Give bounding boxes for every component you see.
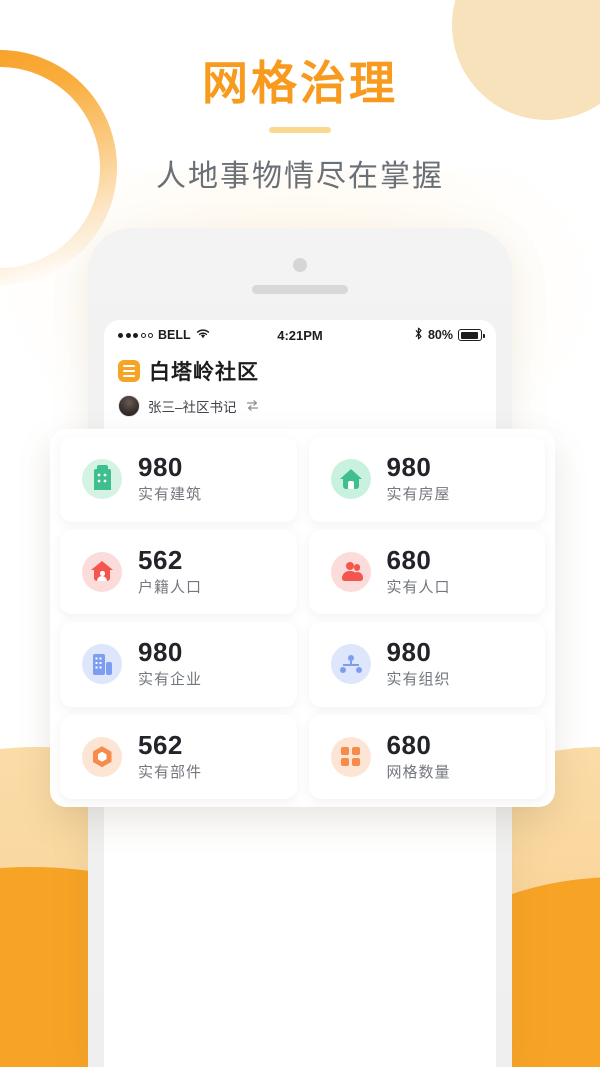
phone-camera-dot [293, 258, 307, 272]
stat-value: 980 [138, 637, 183, 668]
stat-card-grids[interactable]: 680 网格数量 [308, 714, 545, 799]
user-avatar [118, 395, 140, 417]
app-header: 白塔岭社区 张三–社区书记 [104, 350, 496, 417]
stat-value: 680 [386, 544, 432, 575]
stat-card-components[interactable]: 562 实有部件 [60, 714, 297, 799]
stat-card-registered-population[interactable]: 562 户籍人口 [60, 529, 297, 614]
signal-dots-icon [118, 332, 153, 338]
community-name: 白塔岭社区 [149, 361, 259, 384]
office-building-icon [82, 644, 122, 685]
stat-label: 实有房屋 [386, 486, 451, 504]
org-chart-icon [330, 644, 371, 685]
title-underline [269, 126, 331, 133]
stat-text: 680 网格数量 [386, 729, 451, 782]
stat-label: 实有组织 [386, 671, 451, 689]
stat-text: 980 实有组织 [386, 637, 451, 689]
stat-card-actual-population[interactable]: 680 实有人口 [308, 529, 545, 614]
stat-value: 980 [386, 637, 432, 668]
stat-label: 实有部件 [138, 763, 203, 781]
stat-card-buildings[interactable]: 980 实有建筑 [60, 437, 297, 522]
stat-text: 980 实有建筑 [138, 452, 203, 504]
stat-card-enterprises[interactable]: 980 实有企业 [60, 622, 297, 707]
phone-speaker-bar [252, 285, 348, 294]
grid-squares-icon [330, 736, 371, 777]
battery-icon [458, 329, 485, 341]
stat-card-houses[interactable]: 980 实有房屋 [308, 437, 545, 522]
stat-value: 562 [138, 729, 183, 760]
screenshot-stage: 网格治理 人地事物情尽在掌握 BELL 4:21PM 80% 白塔岭社区 张三–… [0, 0, 600, 1067]
stat-text: 980 实有企业 [138, 637, 203, 689]
stat-text: 562 实有部件 [138, 729, 203, 782]
stat-label: 实有人口 [386, 578, 451, 596]
stat-text: 680 实有人口 [386, 544, 451, 597]
hero-block: 网格治理 人地事物情尽在掌握 [0, 58, 600, 195]
people-icon [330, 551, 371, 592]
page-title: 网格治理 [202, 57, 398, 109]
hamburger-menu-icon[interactable] [118, 360, 140, 382]
page-subtitle: 人地事物情尽在掌握 [156, 159, 444, 193]
home-icon [330, 459, 371, 500]
stat-value: 980 [386, 452, 432, 483]
status-bar: BELL 4:21PM 80% [104, 320, 496, 350]
stat-card-organizations[interactable]: 980 实有组织 [308, 622, 545, 707]
clock-label: 4:21PM [277, 327, 323, 343]
stat-value: 680 [386, 729, 432, 760]
wifi-icon [196, 328, 210, 342]
home-person-icon [82, 551, 122, 592]
user-row[interactable]: 张三–社区书记 [118, 395, 482, 417]
swap-arrows-icon[interactable] [245, 399, 260, 414]
carrier-label: BELL [158, 328, 191, 342]
bluetooth-icon [414, 327, 423, 343]
building-icon [82, 459, 122, 500]
user-role-label: 张三–社区书记 [148, 400, 237, 415]
status-bar-left: BELL [118, 328, 277, 342]
app-title-row: 白塔岭社区 [118, 356, 482, 386]
stat-label: 网格数量 [386, 763, 451, 781]
stats-overlay-panel: 980 实有建筑 980 实有房屋 562 户籍人口 680 实有人口 980 … [50, 429, 555, 807]
hexagon-nut-icon [82, 736, 122, 777]
stat-label: 实有建筑 [138, 486, 203, 504]
battery-percent-label: 80% [427, 328, 453, 342]
status-bar-right: 80% [323, 327, 485, 343]
stat-label: 实有企业 [138, 671, 203, 689]
stat-text: 562 户籍人口 [138, 544, 203, 597]
stat-label: 户籍人口 [138, 578, 203, 596]
stat-value: 562 [138, 544, 183, 575]
stat-text: 980 实有房屋 [386, 452, 451, 504]
stat-value: 980 [138, 452, 183, 483]
